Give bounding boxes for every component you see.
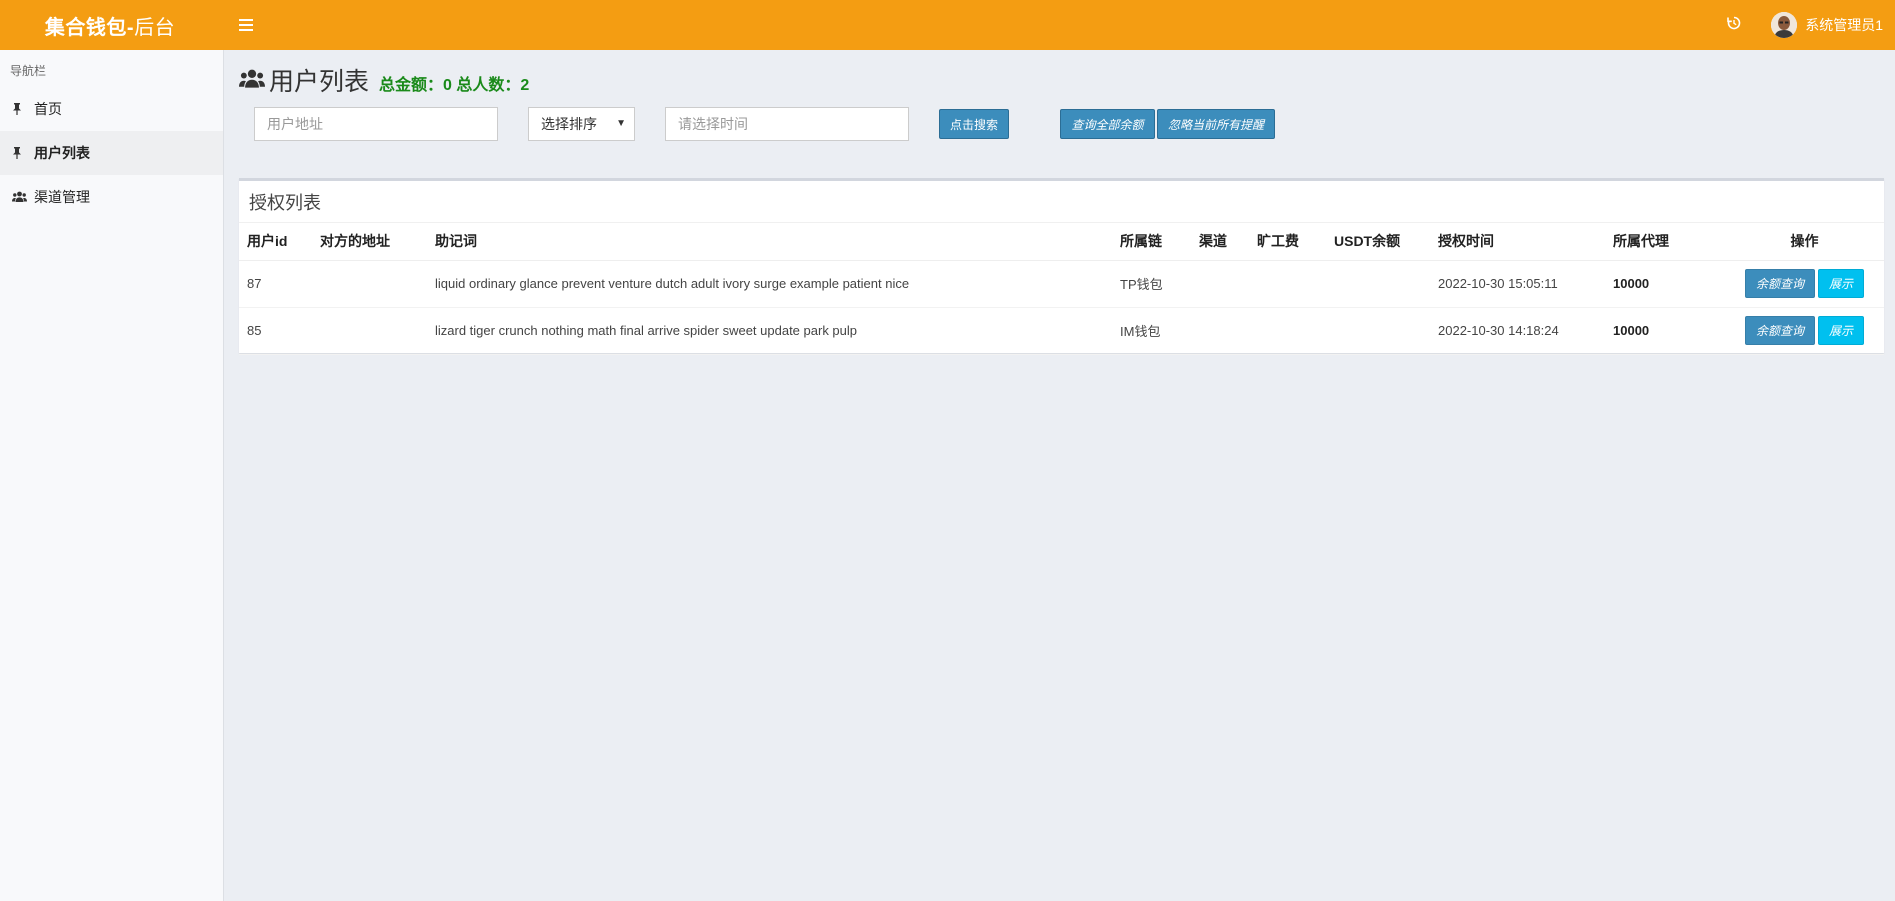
cell-user-id: 87 [239,260,312,308]
col-channel: 渠道 [1191,223,1249,261]
col-chain: 所属链 [1112,223,1191,261]
page-header: 用户列表 总金额：0 总人数：2 [239,62,529,98]
table-row: 87 liquid ordinary glance prevent ventur… [239,260,1884,308]
page-title: 用户列表 [269,68,370,96]
cell-auth-time: 2022-10-30 14:18:24 [1430,307,1605,355]
cell-fee [1249,260,1326,308]
col-fee: 旷工费 [1249,223,1326,261]
users-icon [12,191,34,203]
col-user-id: 用户id [239,223,312,261]
brand-main: 集合钱包- [44,16,135,39]
col-agent: 所属代理 [1605,223,1725,261]
col-usdt: USDT余额 [1326,223,1430,261]
username[interactable]: 系统管理员1 [1805,15,1883,35]
sidebar-item-label: 用户列表 [34,145,90,161]
brand-logo[interactable]: 集合钱包-后台 [0,11,220,40]
cell-auth-time: 2022-10-30 15:05:11 [1430,260,1605,308]
sidebar-item-user-list[interactable]: 用户列表 [0,131,223,175]
col-auth-time: 授权时间 [1430,223,1605,261]
brand-suffix: 后台 [134,16,176,39]
cell-fee [1249,307,1326,355]
cell-channel [1191,307,1249,355]
cell-chain: TP钱包 [1112,260,1191,308]
nav-caption: 导航栏 [10,64,47,78]
users-icon [239,68,265,93]
table-header-row: 用户id 对方的地址 助记词 所属链 渠道 旷工费 USDT余额 授权时间 所属… [239,223,1884,261]
avatar[interactable] [1771,12,1798,38]
sidebar-item-home[interactable]: 首页 [0,87,223,131]
cell-agent: 10000 [1605,307,1725,355]
authorization-table: 用户id 对方的地址 助记词 所属链 渠道 旷工费 USDT余额 授权时间 所属… [239,223,1884,355]
menu-toggle-icon[interactable] [234,13,258,37]
search-button[interactable]: 点击搜索 [939,109,1009,139]
ignore-all-alerts-button[interactable]: 忽略当前所有提醒 [1157,109,1275,139]
cell-chain: IM钱包 [1112,307,1191,355]
main-content: 用户列表 总金额：0 总人数：2 用户地址 选择排序 ▼ 请选择时间 点击搜索 … [225,50,1895,901]
table-row: 85 lizard tiger crunch nothing math fina… [239,307,1884,355]
panel-title: 授权列表 [239,181,1884,223]
cell-usdt [1326,307,1430,355]
sort-selected-value: 选择排序 [541,116,597,132]
sort-select[interactable]: 选择排序 ▼ [528,107,635,141]
user-address-input[interactable]: 用户地址 [254,107,498,141]
history-icon[interactable] [1727,16,1741,34]
cell-mnemonic: lizard tiger crunch nothing math final a… [427,307,1112,355]
col-mnemonic: 助记词 [427,223,1112,261]
authorization-panel: 授权列表 用户id 对方的地址 助记词 所属链 渠道 旷工费 USDT余额 授权… [239,178,1884,355]
time-picker-input[interactable]: 请选择时间 [665,107,909,141]
balance-query-button[interactable]: 余额查询 [1745,269,1815,298]
cell-agent: 10000 [1605,260,1725,308]
query-all-balance-button[interactable]: 查询全部余额 [1060,109,1155,139]
cell-actions: 余额查询 展示 [1725,260,1884,308]
summary-stats: 总金额：0 总人数：2 [379,77,530,94]
top-bar: 集合钱包-后台 系统管理员1 [0,0,1895,50]
sidebar-item-label: 首页 [34,101,62,117]
col-actions: 操作 [1725,223,1884,261]
col-address: 对方的地址 [312,223,427,261]
balance-query-button[interactable]: 余额查询 [1745,316,1815,345]
show-button[interactable]: 展示 [1818,269,1864,298]
cell-address [312,260,427,308]
cell-channel [1191,260,1249,308]
cell-usdt [1326,260,1430,308]
pin-icon [12,103,34,115]
cell-mnemonic: liquid ordinary glance prevent venture d… [427,260,1112,308]
address-placeholder: 用户地址 [267,116,323,132]
sidebar: 导航栏 首页 用户列表 渠道管理 [0,50,224,901]
time-placeholder: 请选择时间 [678,116,748,132]
sidebar-item-label: 渠道管理 [34,189,90,205]
show-button[interactable]: 展示 [1818,316,1864,345]
caret-down-icon: ▼ [616,118,626,129]
filter-bar: 用户地址 选择排序 ▼ 请选择时间 点击搜索 查询全部余额 忽略当前所有提醒 [225,107,1895,143]
cell-actions: 余额查询 展示 [1725,307,1884,355]
pin-icon [12,147,34,159]
sidebar-item-channel[interactable]: 渠道管理 [0,175,223,219]
cell-user-id: 85 [239,307,312,355]
cell-address [312,307,427,355]
